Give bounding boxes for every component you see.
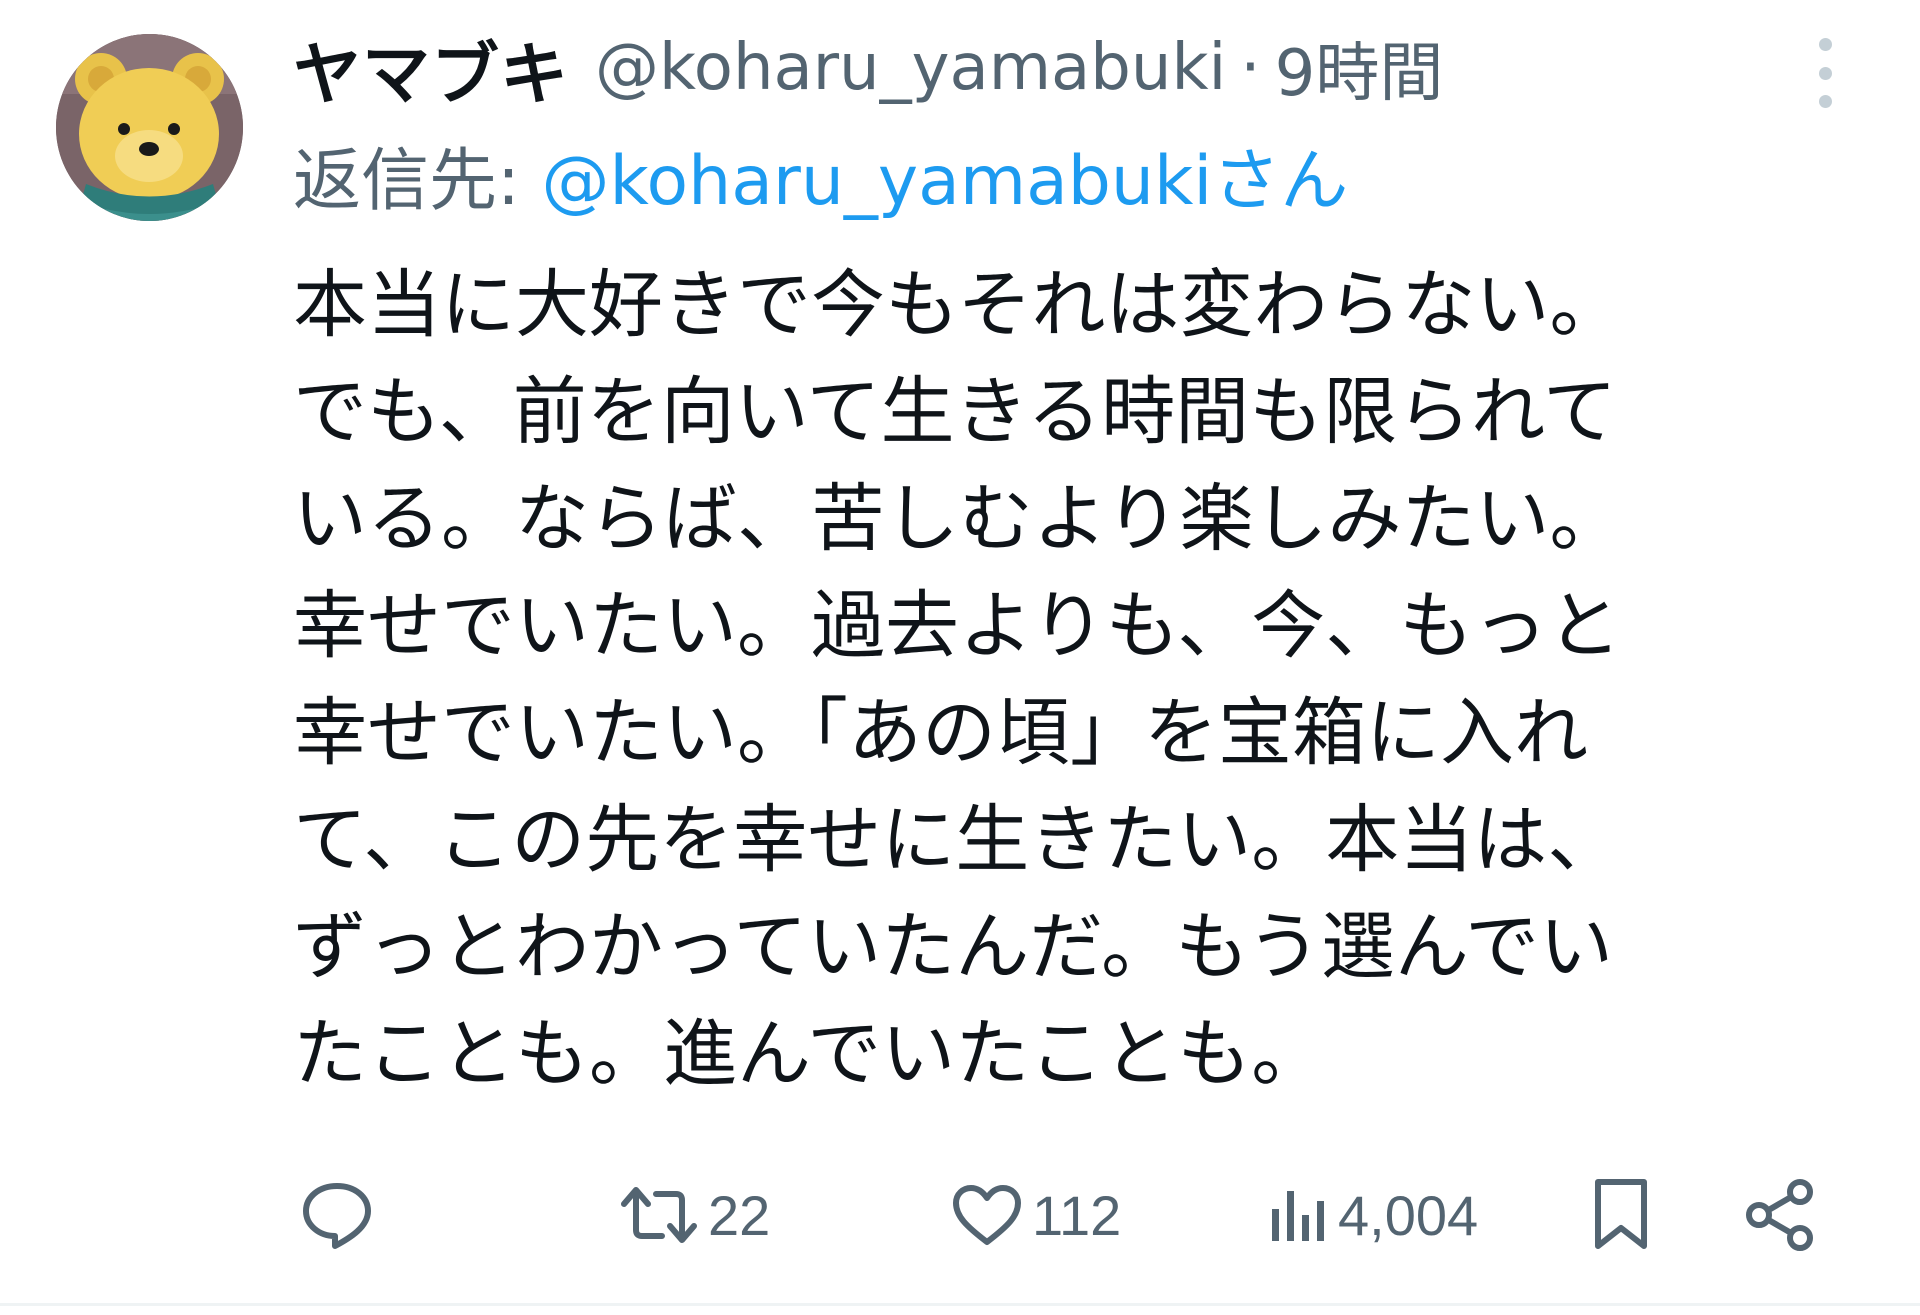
timestamp[interactable]: 9時間 bbox=[1275, 22, 1444, 114]
separator-dot: · bbox=[1240, 31, 1261, 105]
action-bar: 22 112 4,004 bbox=[0, 1170, 1920, 1260]
user-handle[interactable]: @koharu_yamabuki bbox=[595, 31, 1226, 105]
tweet-text-line: いる。ならば、苦しむより楽しみたい。 bbox=[293, 476, 1624, 562]
views-button[interactable]: 4,004 bbox=[1268, 1170, 1478, 1260]
reply-target-handle: @koharu_yamabuki bbox=[541, 142, 1213, 221]
like-button[interactable]: 112 bbox=[952, 1170, 1121, 1260]
display-name[interactable]: ヤマブキ bbox=[293, 19, 569, 118]
tweet-text: 本当に大好きで今もそれは変わらない。 でも、前を向いて生きる時間も限られて いる… bbox=[293, 252, 1793, 1108]
avatar[interactable] bbox=[56, 34, 243, 221]
retweet-button[interactable]: 22 bbox=[620, 1170, 770, 1260]
tweet-text-line: 本当に大好きで今もそれは変わらない。 bbox=[293, 262, 1624, 348]
bookmark-icon bbox=[1595, 1179, 1647, 1249]
reply-target-link[interactable]: @koharu_yamabukiさん bbox=[542, 142, 1349, 221]
tweet-header: ヤマブキ @koharu_yamabuki · 9時間 bbox=[293, 18, 1443, 118]
more-dot bbox=[1818, 38, 1832, 51]
reply-prefix: 返信先: bbox=[293, 142, 542, 221]
tweet-divider bbox=[0, 1303, 1920, 1306]
share-icon bbox=[1746, 1179, 1813, 1251]
more-dot bbox=[1818, 66, 1832, 80]
reply-context: 返信先: @koharu_yamabukiさん bbox=[293, 125, 1348, 224]
tweet-text-line: たことも。進んでいたことも。 bbox=[293, 1011, 1326, 1097]
more-dot bbox=[1818, 95, 1832, 108]
views-chart-icon bbox=[1272, 1191, 1324, 1241]
tweet-text-line: て、この先を幸せに生きたい。本当は、 bbox=[293, 797, 1622, 883]
teddy-bear-avatar-image bbox=[56, 34, 243, 221]
reply-icon bbox=[303, 1183, 371, 1249]
more-options-icon[interactable] bbox=[1810, 38, 1840, 108]
reply-button[interactable] bbox=[300, 1170, 374, 1260]
tweet-text-line: 幸せでいたい。過去よりも、今、もっと bbox=[293, 583, 1622, 669]
tweet[interactable]: ヤマブキ @koharu_yamabuki · 9時間 返信先: @koharu… bbox=[0, 0, 1920, 1306]
heart-icon bbox=[953, 1185, 1021, 1245]
reply-target-suffix: さん bbox=[1212, 142, 1349, 221]
tweet-text-line: ずっとわかっていたんだ。もう選んでい bbox=[293, 904, 1614, 990]
bookmark-button[interactable] bbox=[1592, 1170, 1650, 1260]
tweet-text-line: 幸せでいたい。「あの頃」を宝箱に入れ bbox=[293, 690, 1588, 776]
retweet-icon bbox=[621, 1187, 697, 1243]
views-count: 4,004 bbox=[1338, 1183, 1479, 1247]
tweet-text-line: でも、前を向いて生きる時間も限られて bbox=[293, 369, 1617, 455]
like-count: 112 bbox=[1032, 1183, 1122, 1247]
retweet-count: 22 bbox=[708, 1183, 771, 1247]
share-button[interactable] bbox=[1744, 1170, 1816, 1260]
